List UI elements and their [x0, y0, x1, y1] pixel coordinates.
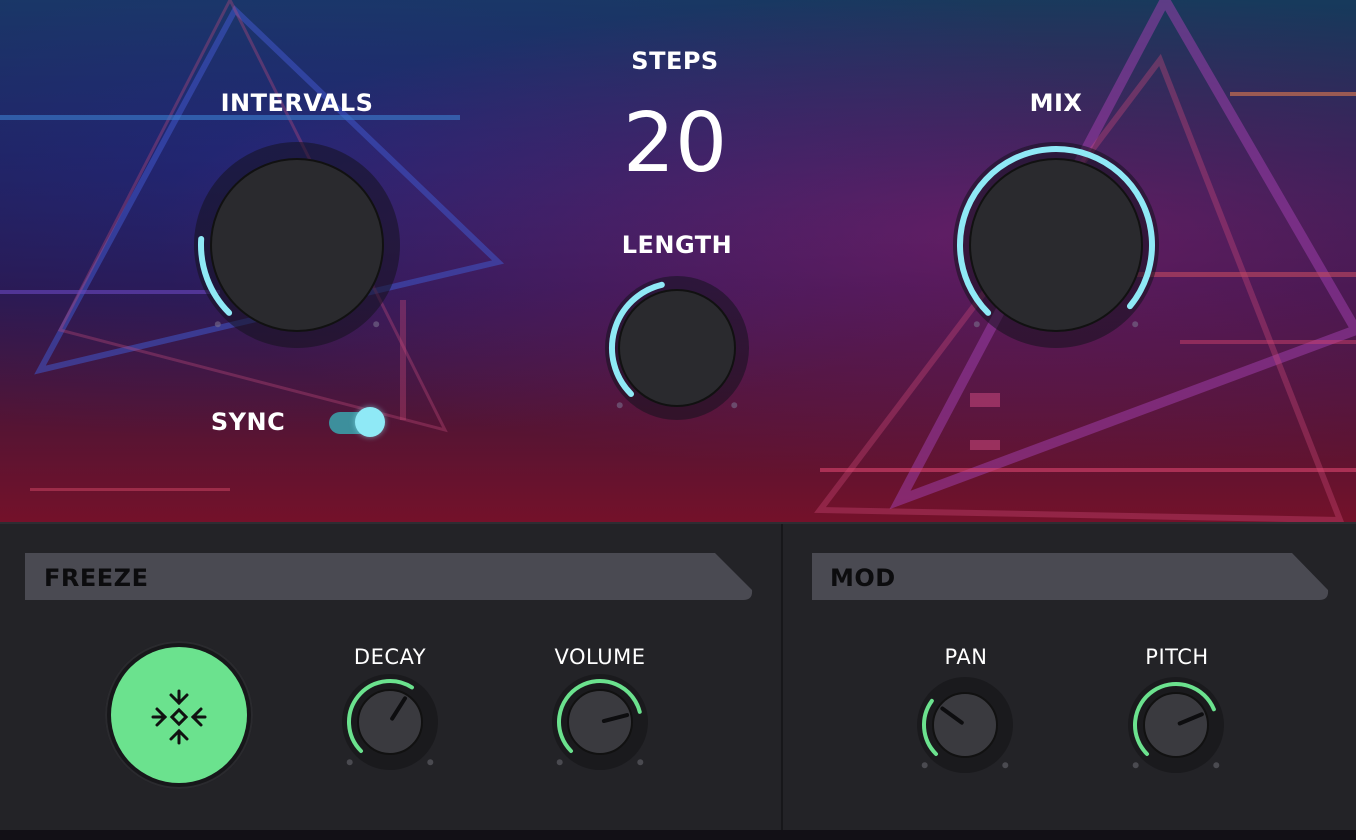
snowflake-freeze-icon	[151, 689, 207, 745]
freeze-header: FREEZE	[44, 564, 149, 592]
knob-range-dot	[1132, 321, 1139, 328]
length-knob[interactable]	[595, 266, 759, 430]
knob-body	[969, 158, 1143, 332]
sync-toggle-thumb	[355, 407, 385, 437]
knob-body	[357, 689, 423, 755]
length-label: LENGTH	[621, 231, 733, 259]
knob-range-dot	[616, 402, 623, 409]
steps-value[interactable]: 20	[575, 96, 775, 191]
mod-header: MOD	[830, 564, 896, 592]
mix-label: MIX	[1029, 89, 1083, 117]
knob-range-dot	[973, 321, 980, 328]
knob-body	[932, 692, 998, 758]
decay-knob[interactable]	[332, 664, 448, 780]
sync-toggle[interactable]	[329, 407, 385, 437]
knob-range-dot	[921, 762, 928, 769]
knob-range-dot	[346, 759, 353, 766]
knob-range-dot	[1002, 762, 1009, 769]
pan-label: PAN	[944, 645, 988, 669]
pitch-knob[interactable]	[1118, 667, 1234, 783]
knob-range-dot	[637, 759, 644, 766]
intervals-label: INTERVALS	[220, 89, 374, 117]
knob-body	[210, 158, 384, 332]
freeze-button[interactable]	[105, 641, 253, 789]
volume-knob[interactable]	[542, 664, 658, 780]
section-divider	[781, 524, 783, 832]
knob-range-dot	[1132, 762, 1139, 769]
pitch-label: PITCH	[1145, 645, 1209, 669]
freeze-button-face	[111, 647, 247, 783]
mix-knob[interactable]	[943, 132, 1169, 358]
knob-body	[1143, 692, 1209, 758]
knob-range-dot	[1213, 762, 1220, 769]
knob-body	[567, 689, 633, 755]
pan-knob[interactable]	[907, 667, 1023, 783]
knob-range-dot	[427, 759, 434, 766]
knob-range-dot	[556, 759, 563, 766]
knob-range-dot	[214, 321, 221, 328]
intervals-knob[interactable]	[184, 132, 410, 358]
bottom-edge	[0, 830, 1356, 840]
knob-range-dot	[731, 402, 738, 409]
sync-label: SYNC	[210, 408, 286, 436]
knob-body	[618, 289, 736, 407]
knob-range-dot	[373, 321, 380, 328]
steps-label: STEPS	[631, 47, 719, 75]
